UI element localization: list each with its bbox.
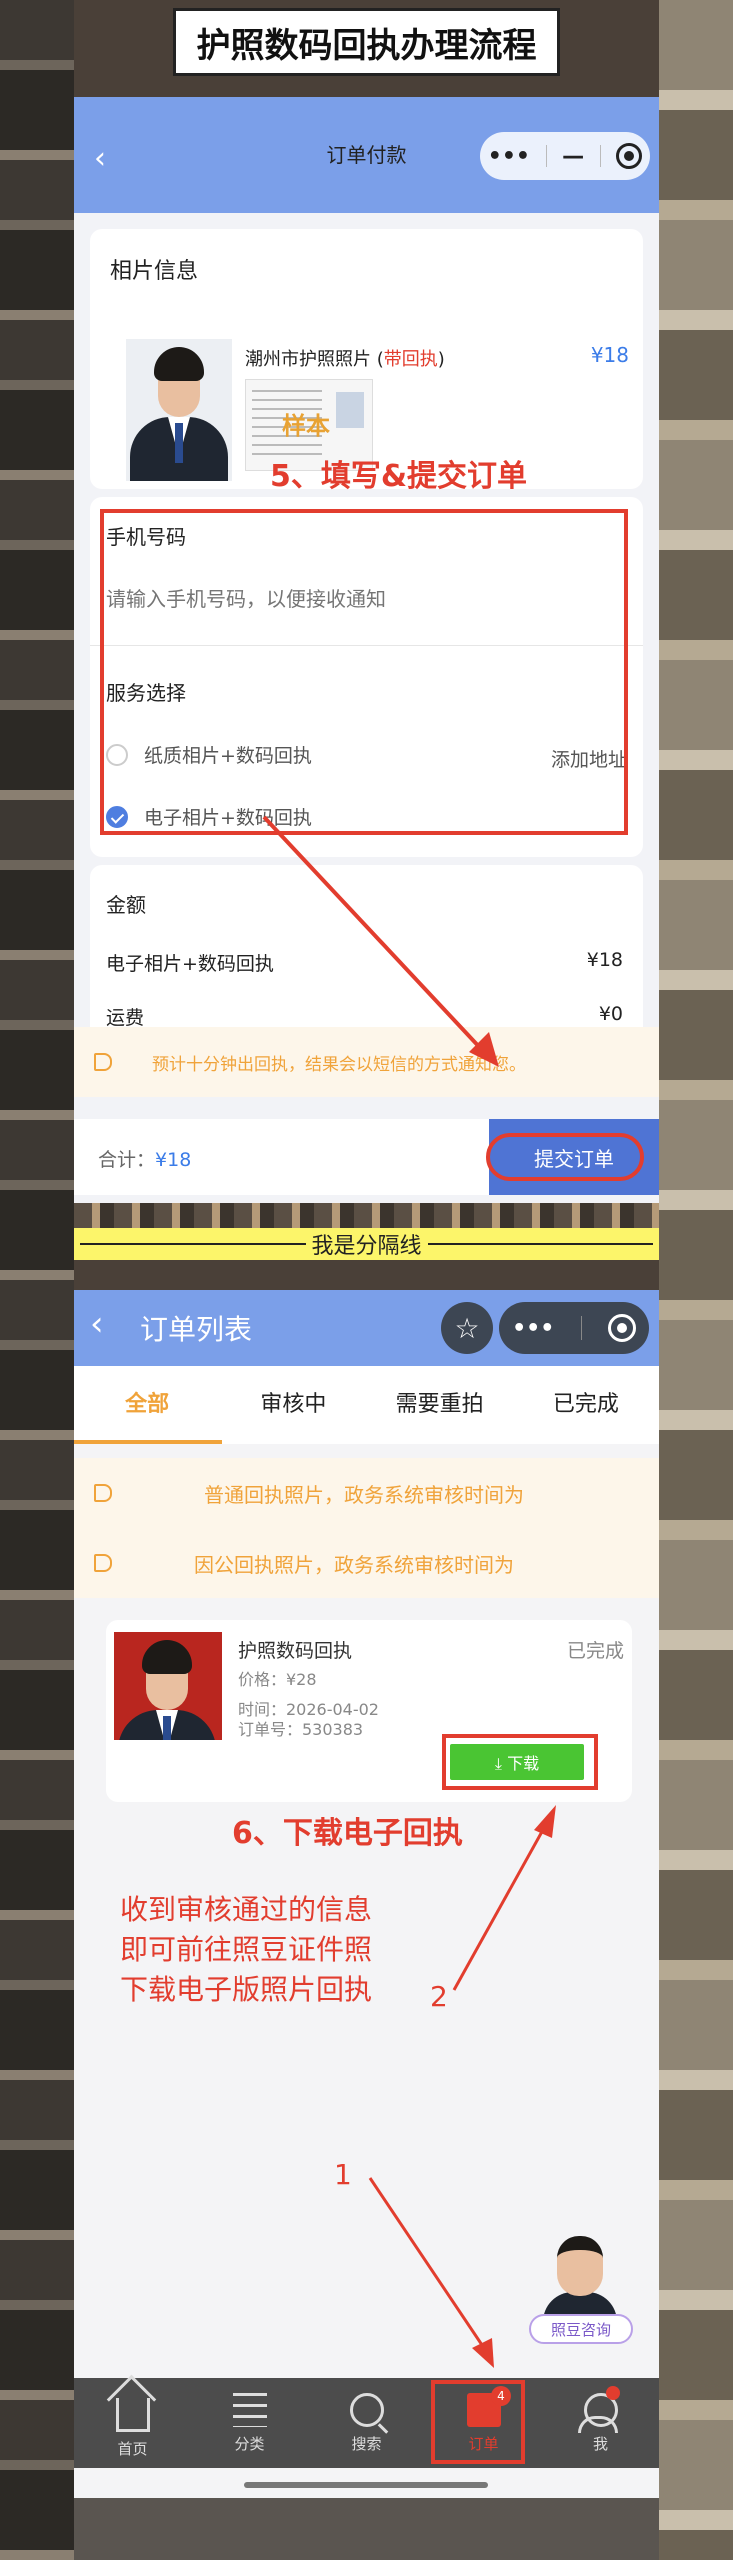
notification-dot (606, 2386, 620, 2400)
tab-orders[interactable]: 4 订单 (425, 2378, 542, 2468)
home-indicator (244, 2482, 488, 2488)
tab-category[interactable]: 分类 (191, 2378, 308, 2468)
tab-search[interactable]: 搜索 (308, 2378, 425, 2468)
order-payment-screen: ‹ 订单付款 ••• — 相片信息 潮州市护照照片 (带回执) ¥18 样本 5… (74, 97, 659, 1203)
separator-line: 我是分隔线 (74, 1228, 659, 1260)
tab-label: 我 (592, 2434, 608, 2453)
tab-label: 首页 (117, 2439, 148, 2458)
bottom-tab-bar: 首页 分类 搜索 4 订单 我 (74, 2378, 659, 2468)
left-building (0, 0, 74, 2560)
highlight-box (431, 2380, 525, 2464)
home-icon (115, 2397, 150, 2432)
tab-label: 分类 (234, 2434, 265, 2453)
banner-title: 护照数码回执办理流程 (173, 8, 560, 76)
tab-label: 搜索 (351, 2434, 382, 2453)
right-building (659, 0, 733, 2560)
search-icon (349, 2392, 384, 2427)
separator-text: 我是分隔线 (311, 1234, 422, 1259)
annotation-arrows (368, 1805, 556, 2368)
annotation-arrow-step5 (262, 815, 499, 1067)
category-icon (232, 2392, 267, 2427)
order-list-screen: ‹ 订单列表 ☆ ••• 全部 审核中 需要重拍 已完成 普通回执照片，政务系统… (74, 1290, 659, 2498)
tab-home[interactable]: 首页 (74, 2378, 191, 2468)
background-strip (74, 1200, 659, 1228)
tab-me[interactable]: 我 (542, 2378, 659, 2468)
